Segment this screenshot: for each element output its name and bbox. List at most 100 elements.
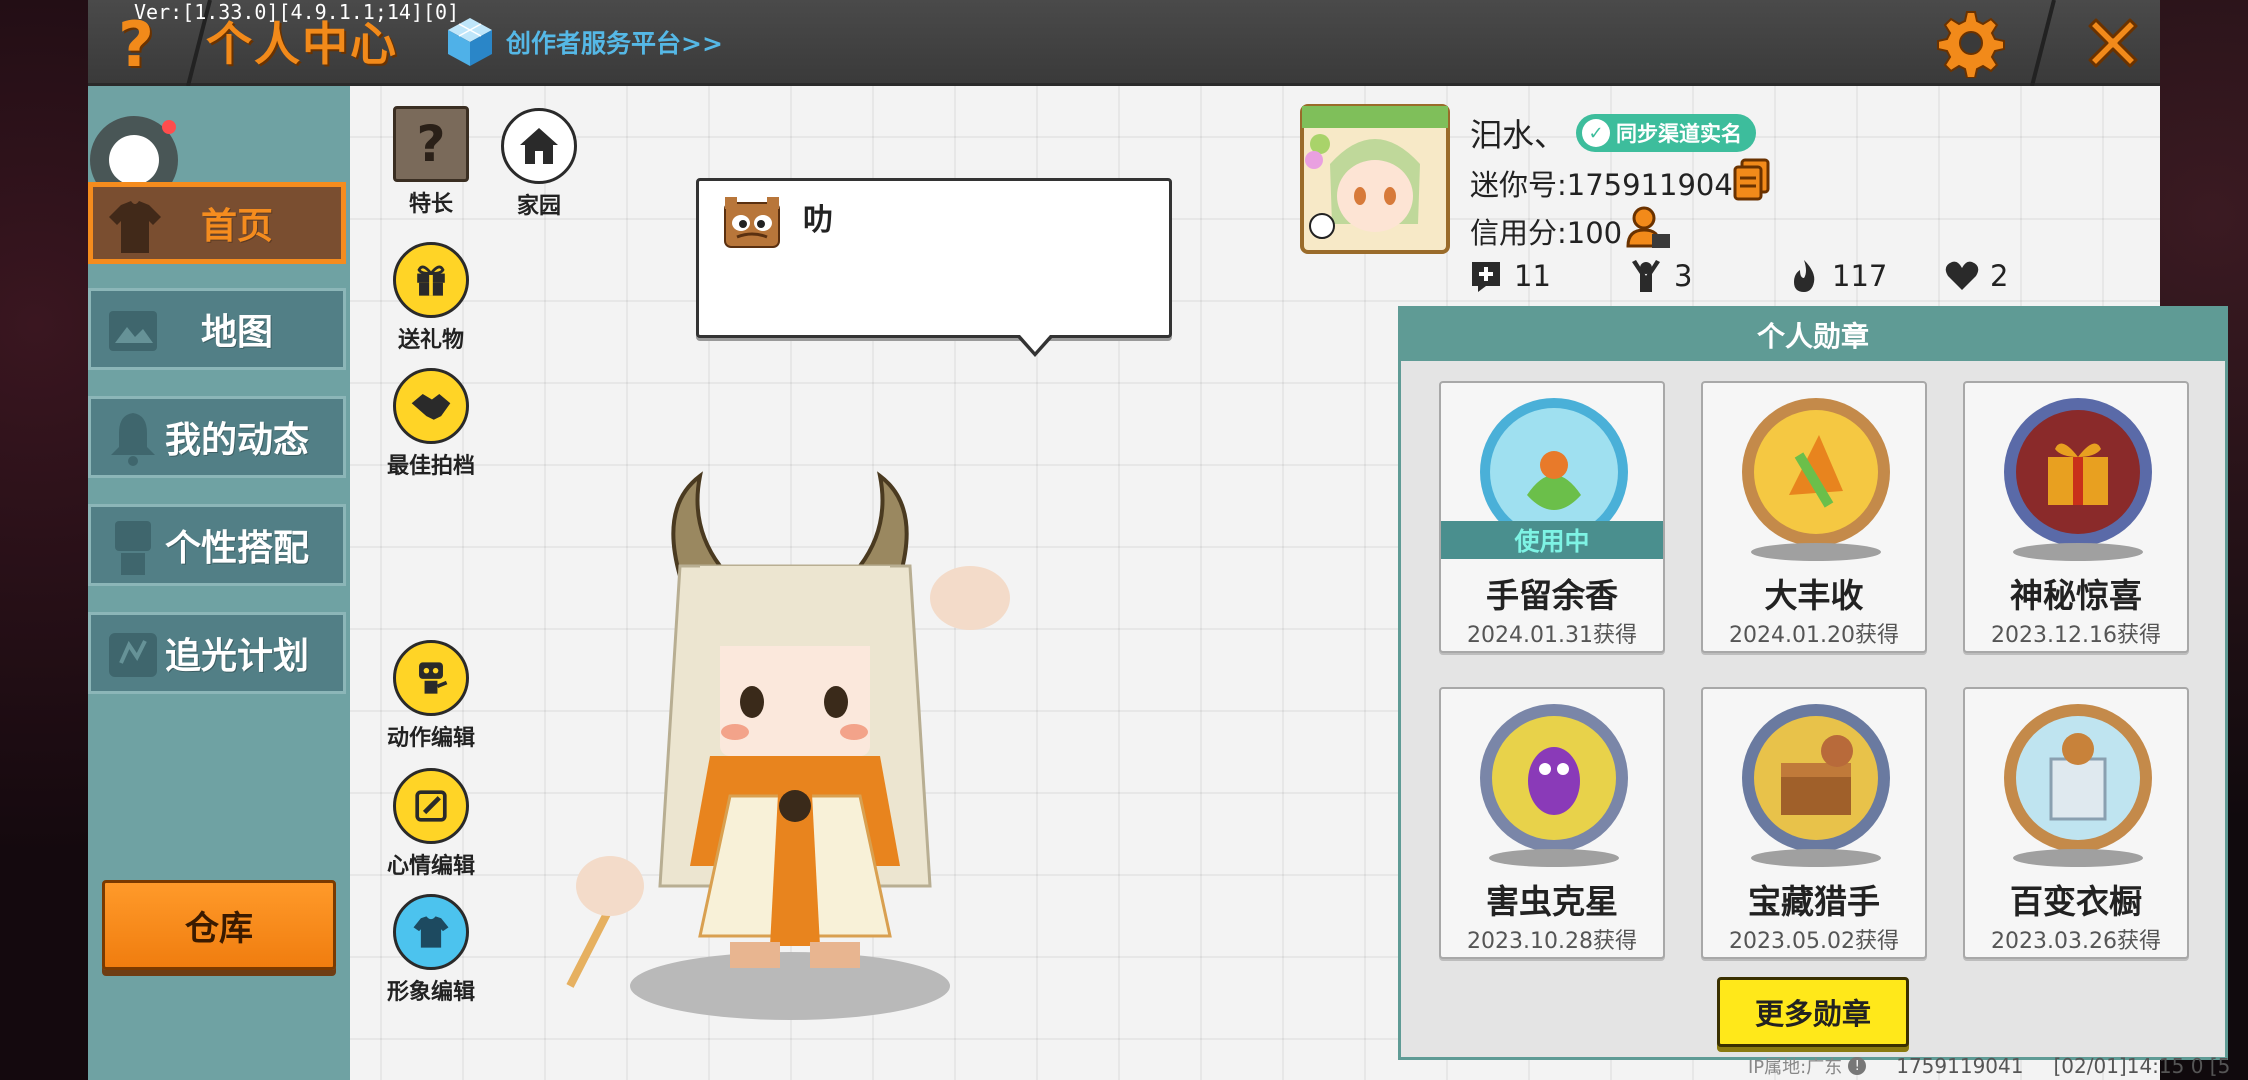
talent-button[interactable]: ? 特长: [376, 106, 486, 218]
speech-bubble: 叻: [696, 178, 1172, 357]
person-check-icon: ✓: [1582, 119, 1610, 147]
sidebar-item-map[interactable]: 地图: [88, 288, 346, 370]
version-text: Ver:[1.33.0][4.9.1.1;14][0]: [134, 0, 460, 24]
sidebar-item-label: 首页: [200, 206, 273, 247]
sidebar-item-home[interactable]: 首页: [88, 182, 346, 264]
pest-medal-icon: [1480, 704, 1628, 852]
home-label: 家园: [516, 194, 561, 219]
fire-icon: [1794, 260, 1815, 292]
more-badges-label: 更多勋章: [1754, 997, 1871, 1031]
close-button[interactable]: [2078, 8, 2148, 78]
top-bar: ? 个人中心 Ver:[1.33.0][4.9.1.1;14][0] 创作者服务…: [88, 0, 2160, 86]
send-gift-label: 送礼物: [397, 328, 464, 353]
harvest-medal-icon: [1742, 398, 1890, 546]
nickname: 汩水、: [1470, 116, 1567, 154]
record-icon: [109, 135, 159, 185]
sidebar-item-label: 追光计划: [164, 636, 309, 677]
badge-card[interactable]: 大丰收 2024.01.20获得: [1701, 381, 1927, 653]
creator-platform-label: 创作者服务平台>>: [506, 29, 723, 58]
badges-title: 个人勋章: [1756, 320, 1869, 353]
add-friend-icon: [1472, 262, 1500, 292]
action-edit-button[interactable]: 动作编辑: [376, 640, 486, 752]
background-left: [0, 0, 88, 1080]
badge-card[interactable]: 害虫克星 2023.10.28获得: [1439, 687, 1665, 959]
friends-stat[interactable]: 11: [1468, 258, 1551, 294]
personal-center-window: ? 个人中心 Ver:[1.33.0][4.9.1.1;14][0] 创作者服务…: [88, 0, 2230, 1080]
in-use-label: 使用中: [1514, 527, 1590, 556]
robot-icon: [393, 640, 469, 716]
mood-edit-button[interactable]: 心情编辑: [376, 768, 486, 880]
likes-count: 2: [1990, 259, 2009, 293]
divider: [2030, 0, 2056, 86]
badge-name: 神秘惊喜: [2010, 576, 2142, 615]
credit-user-icon[interactable]: [1626, 204, 1672, 250]
outfit-icon: [393, 894, 469, 970]
badge-date: 2023.05.02获得: [1729, 929, 1899, 954]
creator-platform-link[interactable]: 创作者服务平台>>: [446, 14, 723, 70]
mystery-box-icon: ?: [393, 106, 469, 182]
popularity-count: 117: [1832, 259, 1888, 293]
sidebar-item-light-plan[interactable]: 追光计划: [88, 612, 346, 694]
medal-shadow: [1751, 849, 1881, 867]
action-edit-label: 动作编辑: [386, 726, 475, 751]
player-avatar[interactable]: [530, 466, 1060, 1026]
look-edit-label: 形象编辑: [386, 980, 475, 1005]
house-icon: [501, 108, 577, 184]
badge-card[interactable]: 百变衣橱 2023.03.26获得: [1963, 687, 2189, 959]
hearts-icon: [1945, 261, 1979, 290]
fans-icon: [1632, 260, 1660, 292]
warehouse-button[interactable]: 仓库: [102, 880, 336, 970]
best-partner-button[interactable]: 最佳拍档: [376, 368, 486, 480]
friends-count: 11: [1514, 259, 1551, 293]
edit-icon: [393, 768, 469, 844]
ip-location-text: IP属地:广东: [1748, 1057, 1843, 1078]
badge-date: 2023.10.28获得: [1467, 929, 1637, 954]
sidebar-item-label: 个性搭配: [164, 528, 309, 569]
fans-count: 3: [1674, 259, 1693, 293]
settings-button[interactable]: [1936, 8, 2006, 79]
gear-icon: [1937, 11, 2005, 79]
sidebar-item-outfit[interactable]: 个性搭配: [88, 504, 346, 586]
mini-id: 迷你号:1759119041: [1470, 168, 1752, 202]
sidebar-item-feed[interactable]: 我的动态: [88, 396, 346, 478]
badge-name: 手留余香: [1486, 576, 1618, 615]
ip-location: IP属地:广东 !: [1748, 1053, 1867, 1079]
badge-card[interactable]: 宝藏猎手 2023.05.02获得: [1701, 687, 1927, 959]
badge-date: 2024.01.31获得: [1467, 623, 1637, 648]
shirt-icon: [109, 201, 161, 253]
badge-date: 2023.03.26获得: [1991, 929, 2161, 954]
warehouse-label: 仓库: [185, 908, 253, 949]
close-icon: [2088, 18, 2138, 68]
badge-card[interactable]: 神秘惊喜 2023.12.16获得: [1963, 381, 2189, 653]
badge-name: 宝藏猎手: [1748, 882, 1880, 921]
more-badges-button[interactable]: 更多勋章: [1717, 977, 1909, 1047]
badge-card[interactable]: 使用中 手留余香 2024.01.31获得: [1439, 381, 1665, 653]
notification-dot: [162, 120, 176, 134]
profile-avatar[interactable]: [1300, 104, 1450, 254]
wardrobe-medal-icon: [2004, 704, 2152, 852]
sync-realname-label: 同步渠道实名: [1616, 122, 1742, 146]
footer-time: [02/01]14:15 0 [5: [2053, 1054, 2231, 1078]
map-icon: [109, 311, 157, 351]
send-gift-button[interactable]: 送礼物: [376, 242, 486, 354]
sync-realname-badge[interactable]: ✓ 同步渠道实名: [1576, 114, 1756, 152]
info-icon[interactable]: !: [1848, 1057, 1867, 1075]
fans-stat[interactable]: 3: [1628, 258, 1692, 294]
medal-shadow: [2013, 543, 2143, 561]
medal-shadow: [1751, 543, 1881, 561]
mood-edit-label: 心情编辑: [386, 854, 475, 879]
sidebar-item-label: 我的动态: [164, 420, 309, 461]
sidebar-item-label: 地图: [200, 312, 273, 353]
handshake-icon: [393, 368, 469, 444]
footer-bar: IP属地:广东 ! 1759119041 [02/01]14:15 0 [5: [1748, 1052, 2248, 1080]
medal-shadow: [1489, 849, 1619, 867]
home-button[interactable]: 家园: [484, 108, 594, 220]
likes-stat[interactable]: 2: [1944, 258, 2008, 294]
cube-icon: [448, 18, 492, 66]
speech-text: 叻: [803, 203, 833, 238]
badges-header: 个人勋章: [1401, 309, 2225, 361]
in-use-tag: 使用中: [1441, 521, 1663, 559]
copy-icon[interactable]: [1732, 158, 1772, 202]
look-edit-button[interactable]: 形象编辑: [376, 894, 486, 1006]
popularity-stat[interactable]: 117: [1786, 258, 1887, 294]
